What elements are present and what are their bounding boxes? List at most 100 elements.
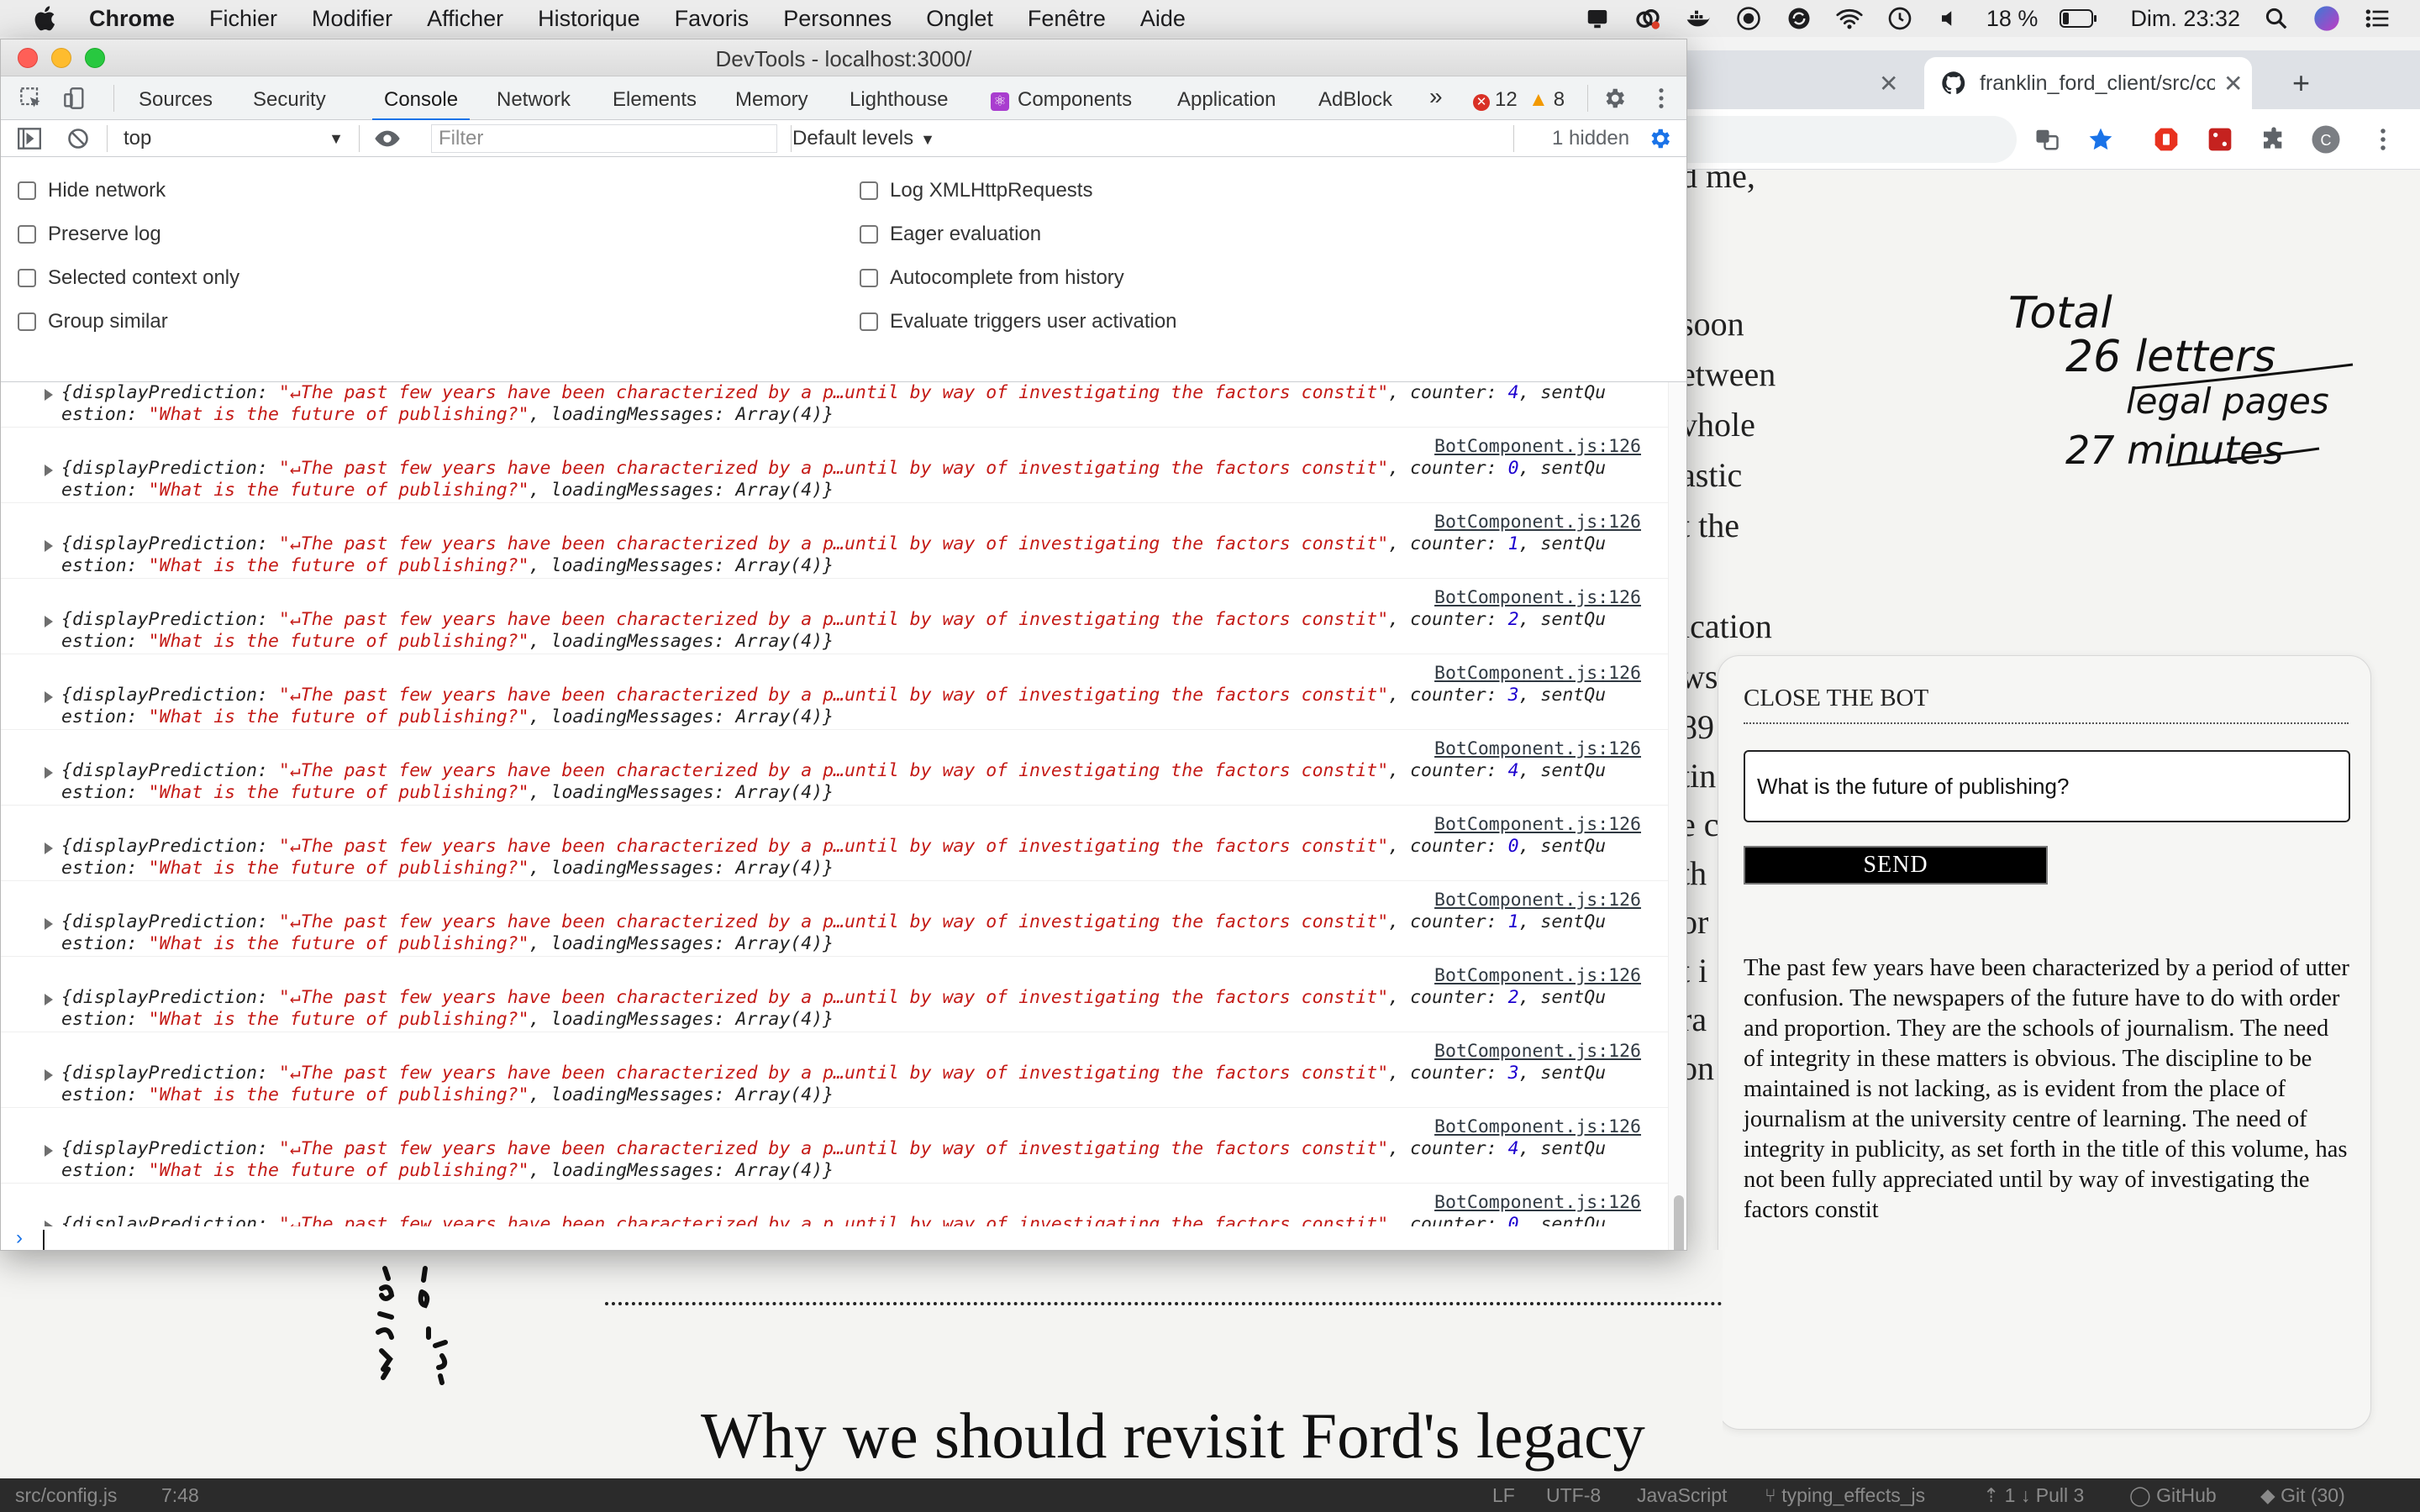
log-source-link[interactable]: BotComponent.js:126: [1434, 436, 1641, 457]
menu-window[interactable]: Fenêtre: [1028, 6, 1106, 32]
expand-triangle-icon[interactable]: [45, 616, 53, 627]
tab-application[interactable]: Application: [1177, 88, 1276, 112]
expand-triangle-icon[interactable]: [45, 843, 53, 854]
log-source-link[interactable]: BotComponent.js:126: [1434, 512, 1641, 533]
control-center-icon[interactable]: [2363, 4, 2391, 33]
time-machine-icon[interactable]: [1886, 4, 1914, 33]
console-log-entry[interactable]: BotComponent.js:126{displayPrediction: "…: [1, 1108, 1668, 1184]
more-tabs-icon[interactable]: »: [1429, 83, 1443, 110]
status-github[interactable]: ◯ GitHub: [2129, 1484, 2217, 1507]
tab-elements[interactable]: Elements: [613, 88, 697, 112]
menu-tab[interactable]: Onglet: [926, 6, 993, 32]
checkbox-box[interactable]: [18, 181, 36, 200]
tab-console[interactable]: Console: [371, 88, 471, 121]
status-branch[interactable]: ⑂ typing_effects_js: [1765, 1484, 1925, 1507]
console-log-entry[interactable]: BotComponent.js:126{displayPrediction: "…: [1, 579, 1668, 654]
console-filter-input[interactable]: [431, 124, 777, 153]
console-log-entry[interactable]: BotComponent.js:126{displayPrediction: "…: [1, 806, 1668, 881]
extensions-puzzle-icon[interactable]: [2259, 124, 2289, 155]
tab-components[interactable]: ⚛ Components: [991, 88, 1132, 112]
bookmark-star-icon[interactable]: [2086, 124, 2116, 155]
error-count-badge[interactable]: ✕ 12: [1473, 88, 1518, 112]
group-similar-checkbox[interactable]: Group similar: [18, 310, 168, 333]
log-source-link[interactable]: BotComponent.js:126: [1434, 1192, 1641, 1213]
expand-triangle-icon[interactable]: [45, 691, 53, 703]
checkbox-box[interactable]: [860, 181, 878, 200]
menu-file[interactable]: Fichier: [209, 6, 277, 32]
device-toolbar-icon[interactable]: [61, 85, 88, 112]
menu-history[interactable]: Historique: [538, 6, 640, 32]
autocomplete-history-checkbox[interactable]: Autocomplete from history: [860, 266, 1124, 290]
siri-icon[interactable]: [2312, 4, 2341, 33]
console-log-entry[interactable]: BotComponent.js:126{displayPrediction: "…: [1, 654, 1668, 730]
log-source-link[interactable]: BotComponent.js:126: [1434, 1041, 1641, 1062]
devtools-titlebar[interactable]: DevTools - localhost:3000/: [1, 39, 1686, 76]
evaluate-triggers-checkbox[interactable]: Evaluate triggers user activation: [860, 310, 1177, 333]
tab-security[interactable]: Security: [253, 88, 326, 112]
close-bot-link[interactable]: CLOSE THE BOT: [1744, 685, 2349, 724]
log-xhr-checkbox[interactable]: Log XMLHttpRequests: [860, 179, 1092, 202]
expand-triangle-icon[interactable]: [45, 994, 53, 1005]
spotlight-search-icon[interactable]: [2262, 4, 2291, 33]
expand-triangle-icon[interactable]: [45, 540, 53, 552]
checkbox-box[interactable]: [860, 269, 878, 287]
inspect-element-icon[interactable]: [18, 85, 45, 112]
tab-memory[interactable]: Memory: [735, 88, 808, 112]
log-source-link[interactable]: BotComponent.js:126: [1434, 1116, 1641, 1137]
console-log-entry[interactable]: BotComponent.js:126{displayPrediction: "…: [1, 503, 1668, 579]
new-tab-icon[interactable]: +: [2292, 57, 2310, 109]
console-log-entry[interactable]: BotComponent.js:126{displayPrediction: "…: [1, 428, 1668, 503]
menu-edit[interactable]: Modifier: [312, 6, 392, 32]
status-file[interactable]: src/config.js: [15, 1484, 117, 1507]
console-log-entry[interactable]: BotComponent.js:126{displayPrediction: "…: [1, 1032, 1668, 1108]
menubar-clock[interactable]: Dim. 23:32: [2130, 6, 2240, 32]
send-button[interactable]: SEND: [1744, 846, 2048, 885]
preserve-log-checkbox[interactable]: Preserve log: [18, 223, 161, 246]
expand-triangle-icon[interactable]: [45, 918, 53, 930]
expand-triangle-icon[interactable]: [45, 767, 53, 779]
show-sidebar-icon[interactable]: [16, 125, 43, 152]
profile-avatar[interactable]: C: [2311, 124, 2341, 155]
console-log-entry[interactable]: BotComponent.js:126{displayPrediction: "…: [1, 957, 1668, 1032]
sync-icon[interactable]: [1785, 4, 1813, 33]
checkbox-box[interactable]: [860, 225, 878, 244]
omnibox[interactable]: [1647, 116, 2017, 163]
status-cursor-position[interactable]: 7:48: [161, 1484, 199, 1507]
record-icon[interactable]: [1734, 4, 1763, 33]
tab-close-icon[interactable]: ✕: [2223, 70, 2243, 97]
status-git[interactable]: ◆ Git (30): [2260, 1484, 2345, 1507]
question-input[interactable]: [1744, 750, 2350, 822]
volume-icon[interactable]: [1936, 4, 1965, 33]
apple-logo-icon[interactable]: [32, 4, 60, 33]
checkbox-box[interactable]: [18, 225, 36, 244]
status-language[interactable]: JavaScript: [1637, 1484, 1727, 1507]
console-settings-gear-icon[interactable]: [1646, 125, 1673, 152]
notification-icon[interactable]: [1583, 4, 1612, 33]
eager-evaluation-checkbox[interactable]: Eager evaluation: [860, 223, 1041, 246]
console-prompt[interactable]: ›: [1, 1226, 1668, 1250]
wifi-icon[interactable]: [1835, 4, 1864, 33]
console-log-entry[interactable]: BotComponent.js:126{displayPrediction: "…: [1, 881, 1668, 957]
expand-triangle-icon[interactable]: [45, 465, 53, 476]
battery-icon[interactable]: [2060, 4, 2098, 33]
chrome-tab-close-icon[interactable]: ✕: [1879, 57, 1898, 109]
chrome-menu-icon[interactable]: [2368, 124, 2398, 155]
checkbox-box[interactable]: [18, 269, 36, 287]
translate-icon[interactable]: [2032, 124, 2062, 155]
tab-sources[interactable]: Sources: [139, 88, 213, 112]
selected-context-checkbox[interactable]: Selected context only: [18, 266, 239, 290]
status-line-ending[interactable]: LF: [1492, 1484, 1515, 1507]
expand-triangle-icon[interactable]: [45, 389, 53, 401]
creative-cloud-icon[interactable]: [1634, 4, 1662, 33]
log-source-link[interactable]: BotComponent.js:126: [1434, 814, 1641, 835]
hide-network-checkbox[interactable]: Hide network: [18, 179, 166, 202]
menu-help[interactable]: Aide: [1140, 6, 1186, 32]
extension-icon[interactable]: [2205, 124, 2235, 155]
docker-icon[interactable]: [1684, 4, 1712, 33]
log-source-link[interactable]: BotComponent.js:126: [1434, 663, 1641, 684]
tab-adblock[interactable]: AdBlock: [1318, 88, 1392, 112]
scrollbar-thumb[interactable]: [1674, 1195, 1684, 1250]
log-levels-dropdown[interactable]: Default levels ▼: [792, 127, 935, 150]
menu-people[interactable]: Personnes: [783, 6, 892, 32]
expand-triangle-icon[interactable]: [45, 1145, 53, 1157]
